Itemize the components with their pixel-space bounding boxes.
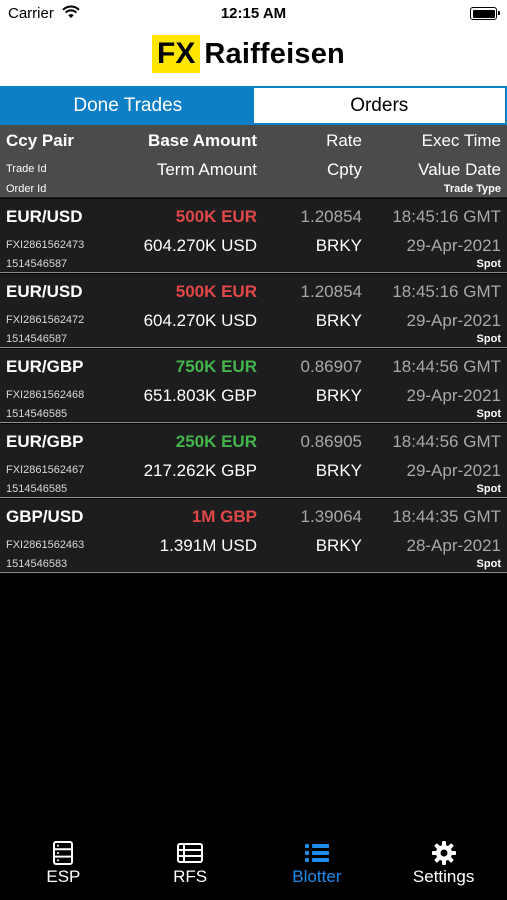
bottom-tab-bar: ESP RFS Blotter Settings bbox=[0, 830, 507, 900]
header-order-id[interactable]: Order Id bbox=[6, 183, 46, 195]
tabbar-label-rfs: RFS bbox=[173, 867, 208, 886]
order-id: 1514546587 bbox=[6, 333, 68, 345]
term-amount: 1.391M USD bbox=[159, 536, 257, 555]
exec-time: 18:44:35 GMT bbox=[392, 507, 501, 526]
tabbar-item-rfs[interactable]: RFS bbox=[127, 830, 254, 900]
base-amount: 500K EUR bbox=[175, 282, 257, 301]
exec-time: 18:44:56 GMT bbox=[392, 357, 501, 376]
logo-name: Raiffeisen bbox=[204, 37, 345, 70]
exec-time: 18:45:16 GMT bbox=[392, 207, 501, 226]
value-date: 29-Apr-2021 bbox=[406, 311, 501, 330]
trade-row[interactable]: EUR/USD 500K EUR 1.20854 18:45:16 GMT FX… bbox=[0, 199, 507, 273]
table-header: Ccy Pair Base Amount Rate Exec Time Trad… bbox=[0, 125, 507, 198]
trade-type: Spot bbox=[476, 333, 501, 345]
tabbar-label-blotter: Blotter bbox=[292, 867, 342, 886]
term-amount: 604.270K USD bbox=[143, 311, 257, 330]
tab-orders[interactable]: Orders bbox=[253, 88, 505, 123]
header-exec-time[interactable]: Exec Time bbox=[422, 131, 501, 151]
raiffeisen-logo: FX Raiffeisen bbox=[152, 35, 345, 73]
cpty: BRKY bbox=[315, 311, 362, 330]
order-id: 1514546583 bbox=[6, 558, 68, 570]
term-amount: 217.262K GBP bbox=[143, 461, 257, 480]
trade-type: Spot bbox=[476, 558, 501, 570]
header-ccy-pair[interactable]: Ccy Pair bbox=[6, 131, 74, 151]
rate: 1.39064 bbox=[300, 507, 362, 526]
list-icon bbox=[304, 844, 329, 862]
trade-row[interactable]: EUR/GBP 250K EUR 0.86905 18:44:56 GMT FX… bbox=[0, 424, 507, 498]
value-date: 28-Apr-2021 bbox=[406, 536, 501, 555]
ccy-pair: EUR/GBP bbox=[6, 432, 84, 451]
server-icon bbox=[53, 841, 74, 865]
cpty: BRKY bbox=[315, 461, 362, 480]
header-term-amount[interactable]: Term Amount bbox=[157, 160, 257, 180]
cpty: BRKY bbox=[315, 386, 362, 405]
trade-id: FXI2861562468 bbox=[6, 389, 85, 401]
rate: 0.86905 bbox=[300, 432, 362, 451]
trade-row[interactable]: EUR/GBP 750K EUR 0.86907 18:44:56 GMT FX… bbox=[0, 349, 507, 423]
trade-type: Spot bbox=[476, 258, 501, 270]
cpty: BRKY bbox=[315, 536, 362, 555]
term-amount: 604.270K USD bbox=[143, 236, 257, 255]
trade-id: FXI2861562467 bbox=[6, 464, 85, 476]
header-trade-id[interactable]: Trade Id bbox=[6, 163, 47, 175]
list-box-icon bbox=[177, 843, 204, 863]
status-bar: Carrier 12:15 AM bbox=[0, 0, 507, 28]
trade-id: FXI2861562472 bbox=[6, 314, 85, 326]
battery-icon bbox=[470, 7, 500, 20]
header-rate[interactable]: Rate bbox=[326, 131, 362, 151]
ccy-pair: EUR/USD bbox=[6, 207, 83, 226]
trade-type: Spot bbox=[476, 483, 501, 495]
logo-fx-mark: FX bbox=[152, 35, 201, 73]
cpty: BRKY bbox=[315, 236, 362, 255]
tabbar-item-esp[interactable]: ESP bbox=[0, 830, 127, 900]
header-trade-type[interactable]: Trade Type bbox=[444, 183, 501, 195]
base-amount: 1M GBP bbox=[191, 507, 257, 526]
trade-id: FXI2861562463 bbox=[6, 539, 85, 551]
brand-header: FX Raiffeisen bbox=[0, 28, 507, 86]
base-amount: 750K EUR bbox=[175, 357, 257, 376]
trade-type: Spot bbox=[476, 408, 501, 420]
order-id: 1514546585 bbox=[6, 483, 68, 495]
base-amount: 250K EUR bbox=[175, 432, 257, 451]
trade-id: FXI2861562473 bbox=[6, 239, 85, 251]
base-amount: 500K EUR bbox=[175, 207, 257, 226]
ccy-pair: EUR/USD bbox=[6, 282, 83, 301]
header-cpty[interactable]: Cpty bbox=[327, 160, 362, 180]
clock: 12:15 AM bbox=[220, 5, 287, 22]
ccy-pair: EUR/GBP bbox=[6, 357, 84, 376]
rate: 1.20854 bbox=[300, 282, 362, 301]
header-value-date[interactable]: Value Date bbox=[418, 160, 501, 180]
header-base-amount[interactable]: Base Amount bbox=[148, 131, 257, 151]
exec-time: 18:44:56 GMT bbox=[392, 432, 501, 451]
value-date: 29-Apr-2021 bbox=[406, 236, 501, 255]
value-date: 29-Apr-2021 bbox=[406, 386, 501, 405]
trade-row[interactable]: GBP/USD 1M GBP 1.39064 18:44:35 GMT FXI2… bbox=[0, 499, 507, 573]
value-date: 29-Apr-2021 bbox=[406, 461, 501, 480]
tabbar-label-settings: Settings bbox=[412, 867, 475, 886]
gear-icon bbox=[431, 841, 456, 865]
blotter-tabs: Done Trades Orders bbox=[0, 86, 507, 125]
order-id: 1514546587 bbox=[6, 258, 68, 270]
tabbar-item-blotter[interactable]: Blotter bbox=[254, 830, 381, 900]
trade-row[interactable]: EUR/USD 500K EUR 1.20854 18:45:16 GMT FX… bbox=[0, 274, 507, 348]
rate: 0.86907 bbox=[300, 357, 362, 376]
exec-time: 18:45:16 GMT bbox=[392, 282, 501, 301]
rate: 1.20854 bbox=[300, 207, 362, 226]
tab-done-trades[interactable]: Done Trades bbox=[2, 88, 254, 123]
tabbar-item-settings[interactable]: Settings bbox=[380, 830, 507, 900]
ccy-pair: GBP/USD bbox=[6, 507, 84, 526]
order-id: 1514546585 bbox=[6, 408, 68, 420]
term-amount: 651.803K GBP bbox=[143, 386, 257, 405]
tabbar-label-esp: ESP bbox=[46, 867, 81, 886]
